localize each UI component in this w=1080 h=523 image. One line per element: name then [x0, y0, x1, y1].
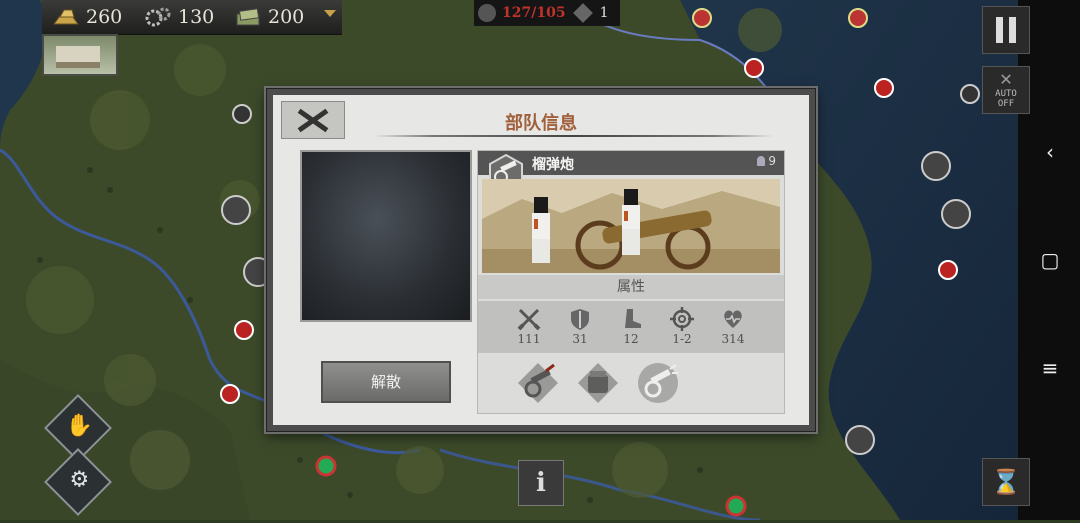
gold-bars-icon — [53, 9, 79, 25]
menu-nav-icon[interactable]: ≡ — [1040, 356, 1060, 380]
home-nav-icon[interactable]: ▢ — [1040, 248, 1060, 272]
person-icon — [757, 156, 766, 166]
gold-resource: 260 — [52, 4, 122, 30]
crossed-swords-icon — [517, 308, 541, 331]
stat-value: 314 — [721, 332, 745, 346]
unit-skills — [478, 357, 784, 411]
unit-card: 榴弹炮 9 属性 111 31 12 1-2 314 — [477, 150, 785, 414]
cannon-fire-skill-icon[interactable] — [636, 361, 680, 405]
auto-button[interactable]: ✕ AUTO OFF — [982, 66, 1030, 114]
unit-count-value: 9 — [768, 154, 776, 168]
unit-count-used: 127/105 — [502, 5, 566, 21]
money-resource: 200 — [234, 4, 304, 30]
unit-count: 9 — [757, 154, 776, 168]
stat-value: 1-2 — [672, 332, 692, 346]
crosshair-icon — [670, 307, 694, 331]
dialog-body: 部队信息 解散 榴弹炮 9 属性 111 31 12 1-2 314 — [273, 95, 809, 425]
title-divider — [373, 135, 773, 137]
howitzer-unit-illustration — [482, 179, 780, 273]
unit-info-dialog: 部队信息 解散 榴弹炮 9 属性 111 31 12 1-2 314 — [266, 88, 816, 432]
crossed-swords-icon: ✕ — [999, 66, 1013, 90]
unit-name: 榴弹炮 — [532, 157, 574, 173]
supply-skill-icon[interactable] — [576, 361, 620, 405]
attributes-heading: 属性 — [478, 275, 784, 299]
stat-shield: 31 — [555, 307, 605, 346]
stat-crossed-swords: 111 — [504, 307, 554, 346]
steel-resource: 130 — [144, 4, 214, 30]
auto-label: AUTO — [995, 89, 1017, 99]
auto-state: OFF — [997, 99, 1015, 109]
cannon-skill-icon[interactable] — [516, 361, 560, 405]
gold-value: 260 — [86, 6, 123, 28]
gear-icon: ⚙ — [69, 467, 90, 493]
info-button[interactable]: i — [518, 460, 564, 506]
resource-bar: 260 130 200 — [42, 0, 342, 35]
shield-icon — [571, 309, 589, 330]
capital-thumbnail[interactable] — [42, 34, 118, 76]
gears-icon — [145, 7, 171, 27]
pause-button[interactable] — [982, 6, 1030, 54]
disband-button[interactable]: 解散 — [321, 361, 451, 403]
stat-heart: 314 — [708, 307, 758, 346]
handshake-icon: ✋ — [65, 413, 94, 439]
boot-icon — [625, 309, 641, 328]
heart-icon — [724, 310, 742, 328]
stat-value: 12 — [623, 332, 639, 346]
stat-boot: 12 — [606, 307, 656, 346]
end-turn-button[interactable]: ⌛ — [982, 458, 1030, 506]
unit-counter: 127/105 1 — [474, 0, 620, 26]
stat-crosshair: 1-2 — [657, 307, 707, 346]
hourglass-icon: ⌛ — [991, 468, 1021, 496]
cash-stack-icon — [236, 8, 260, 26]
back-nav-icon[interactable]: ‹ — [1040, 140, 1060, 164]
steel-value: 130 — [178, 6, 215, 28]
cube-icon — [572, 3, 593, 23]
unit-stats: 111 31 12 1-2 314 — [478, 301, 784, 353]
resource-dropdown-icon[interactable] — [324, 10, 336, 17]
stat-value: 31 — [572, 332, 588, 346]
commander-portrait-slot[interactable] — [300, 150, 472, 322]
unit-count-secondary: 1 — [599, 5, 609, 21]
army-icon — [478, 4, 496, 22]
money-value: 200 — [268, 6, 305, 28]
dialog-title: 部队信息 — [505, 113, 577, 134]
stat-value: 111 — [517, 332, 541, 346]
